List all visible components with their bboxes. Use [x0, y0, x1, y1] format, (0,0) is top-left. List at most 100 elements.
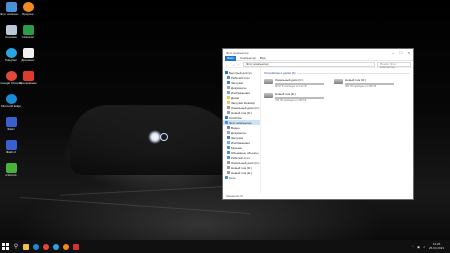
window-title: Этот компьютер	[226, 50, 249, 55]
section-header[interactable]: Устройства и диски (3)	[264, 71, 410, 75]
maximize-icon[interactable]: □	[397, 49, 405, 56]
nav-item-label: Музыка	[231, 145, 242, 150]
address-input[interactable]: Этот компьютер	[243, 61, 375, 67]
edge-icon	[5, 94, 17, 104]
taskbar-app[interactable]	[61, 240, 71, 253]
folder-icon	[227, 151, 230, 154]
desktop-icon[interactable]: Файл	[0, 117, 22, 132]
nav-item-label: OneDrive	[229, 115, 242, 120]
telegram-icon	[53, 243, 59, 250]
section-divider	[297, 72, 410, 74]
desktop: Этот компьютер Корзина Telegram Google Chro…	[0, 0, 450, 240]
nav-item-label: Изображения	[231, 90, 250, 95]
folder-icon	[227, 161, 230, 164]
start-button[interactable]	[0, 240, 11, 253]
tab-view[interactable]: Вид	[260, 56, 265, 60]
taskbar-app[interactable]	[41, 240, 51, 253]
volume-icon[interactable]: ♬	[423, 245, 426, 249]
ccleaner-icon	[22, 25, 34, 35]
search-input[interactable]: Поиск: Этот компьютер	[377, 61, 411, 68]
nav-item-label: Объемные объекты	[231, 150, 259, 155]
desktop-icon[interactable]: Документ	[17, 48, 39, 63]
tab-file[interactable]: Файл	[225, 55, 237, 61]
status-bar: Элементов: 10	[223, 194, 413, 199]
nav-item-label: Загрузки	[231, 80, 244, 85]
forward-arrow-icon[interactable]: →	[231, 62, 235, 67]
hard-drive-icon	[264, 79, 273, 84]
desktop-icon-label: CCleaner	[21, 36, 35, 39]
drive-tile[interactable]: Новый том (D:) 380 ГБ свободно из 465 ГБ	[334, 78, 394, 88]
avatar-icon	[63, 243, 69, 250]
nav-item-label: Загрузки	[231, 135, 244, 140]
drive-free-space: 345 ГБ свободно из 465 ГБ	[275, 99, 307, 102]
up-arrow-icon[interactable]: ↑	[237, 62, 241, 67]
drive-tile[interactable]: Новый том (E:) 345 ГБ свободно из 465 ГБ	[264, 92, 324, 102]
file-explorer-window[interactable]: Этот компьютер – □ × Файл Компьютер Вид …	[222, 48, 414, 200]
taskbar-app[interactable]	[31, 240, 41, 253]
nav-item[interactable]: Сеть	[223, 175, 260, 180]
status-text: Элементов: 10	[226, 195, 244, 198]
drive-free-space: 38,9 ГБ свободно из 111 ГБ	[275, 85, 307, 88]
desktop-icon-label: Документ	[21, 59, 35, 62]
chevron-up-icon[interactable]: ⌃	[412, 245, 415, 249]
title-bar[interactable]: Этот компьютер – □ ×	[223, 49, 413, 56]
edge-icon	[33, 243, 39, 250]
drive-tile[interactable]: Локальный диск (C:) 38,9 ГБ свободно из 1…	[264, 78, 324, 88]
desktop-icon-label: Microsoft Edge	[0, 105, 21, 108]
nav-item-label: Локальный диск (C:)	[231, 105, 260, 110]
back-arrow-icon[interactable]: ←	[225, 62, 229, 67]
folder-icon	[225, 116, 228, 119]
utorrent-icon	[5, 163, 17, 173]
nav-item-label: Рабочий стол	[231, 155, 250, 160]
floppy-icon	[5, 117, 17, 127]
system-tray: ⌃ ▣ ♬ 13:25 25.03.2023	[412, 242, 450, 250]
close-icon[interactable]: ×	[405, 49, 413, 56]
hard-drive-icon	[264, 93, 273, 98]
folder-icon	[227, 131, 230, 134]
folder-icon	[227, 86, 230, 89]
nav-item-label: Видео	[231, 125, 240, 130]
search-icon[interactable]: ⚲	[11, 240, 21, 253]
taskbar: ⚲ ⌃ ▣ ♬ 13:25 25.03.2023	[0, 240, 450, 253]
nav-item-label: Документы	[231, 85, 247, 90]
chrome-icon	[43, 243, 49, 250]
nav-item-label: Новый том (D:)	[231, 165, 252, 170]
nav-item-label: Документы	[231, 130, 247, 135]
chrome-icon	[5, 71, 17, 81]
desktop-icon[interactable]: uTorrent	[0, 163, 22, 178]
taskbar-app[interactable]	[21, 240, 31, 253]
clock-date: 25.03.2023	[428, 245, 444, 250]
app-icon	[22, 71, 34, 81]
folder-icon	[227, 136, 230, 139]
drive-name: Новый том (D:)	[345, 78, 366, 82]
desktop-icon[interactable]: Microsoft Edge	[0, 94, 22, 109]
taskbar-app[interactable]	[71, 240, 81, 253]
desktop-icon[interactable]: CCleaner	[17, 25, 39, 40]
nav-item-label: Изображения	[231, 140, 250, 145]
desktop-icon[interactable]: Файл 2	[0, 140, 22, 155]
telegram-icon	[5, 48, 17, 58]
folder-icon	[227, 101, 230, 104]
store-icon	[73, 243, 79, 250]
windows-logo-icon	[2, 243, 9, 250]
folder-icon	[227, 156, 230, 159]
tab-computer[interactable]: Компьютер	[240, 56, 256, 60]
clock[interactable]: 13:25 25.03.2023	[428, 242, 444, 250]
folder-icon	[227, 81, 230, 84]
folder-icon	[227, 96, 230, 99]
navigation-pane: Быстрый доступ Рабочий стол Загрузки Докуме…	[223, 68, 261, 194]
content-pane: Устройства и диски (3) Локальный диск (C…	[261, 68, 413, 194]
desktop-icon-label: Файл	[7, 128, 15, 131]
folder-icon	[225, 176, 228, 179]
taskbar-app[interactable]	[51, 240, 61, 253]
desktop-icon[interactable]: Приложение	[17, 71, 39, 86]
minimize-icon[interactable]: –	[389, 49, 397, 56]
drive-name: Локальный диск (C:)	[275, 78, 304, 82]
nav-item-label: Локальный диск (C:)	[231, 160, 260, 165]
folder-icon	[227, 76, 230, 79]
nav-item-label: Загрузки Desktop	[231, 100, 255, 105]
wallpaper-line	[20, 196, 250, 215]
network-icon[interactable]: ▣	[417, 245, 420, 249]
desktop-icon[interactable]: Браузер	[17, 2, 39, 17]
folder-icon	[227, 111, 230, 114]
